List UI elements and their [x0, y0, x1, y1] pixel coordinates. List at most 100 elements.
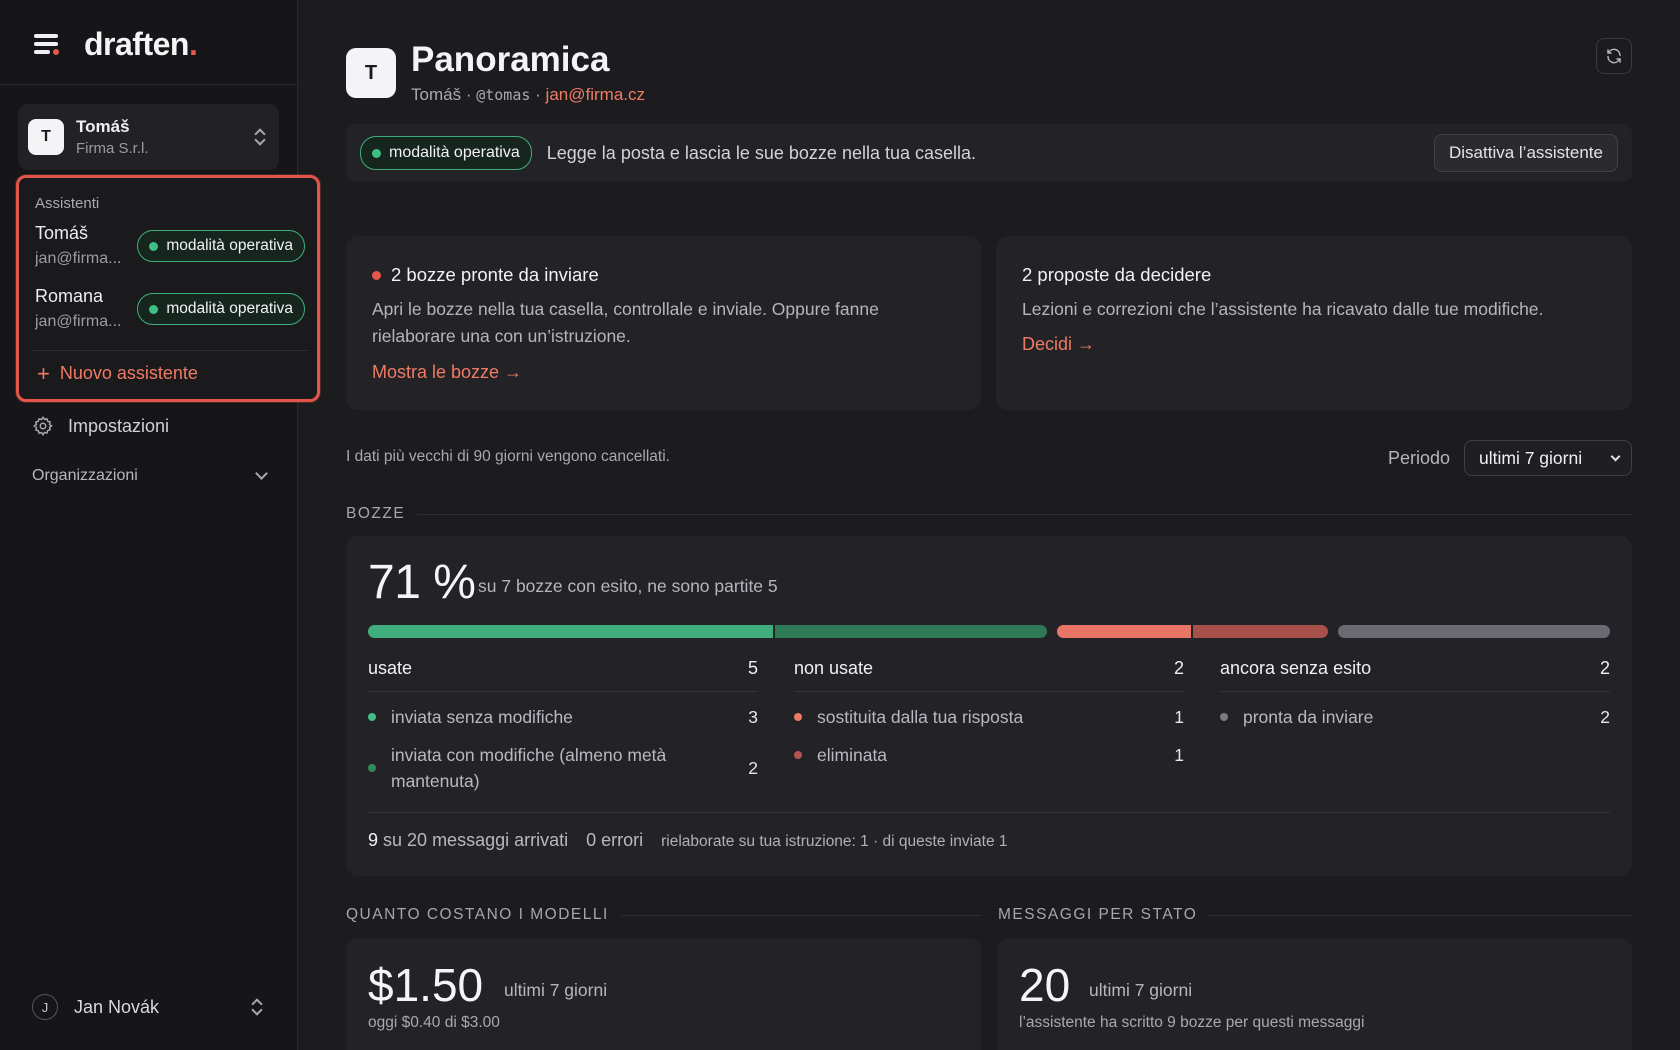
period-label: Periodo	[1387, 447, 1450, 468]
refresh-icon	[1607, 48, 1621, 64]
status-dot-icon	[1220, 713, 1228, 721]
assistants-heading: Assistenti	[35, 195, 100, 212]
sidebar-item-label: Impostazioni	[68, 415, 170, 436]
show-drafts-link[interactable]: Mostra le bozze →	[372, 362, 522, 383]
account-avatar: T	[28, 119, 64, 155]
assistant-item-tomas[interactable]: Tomáš jan@firma... modalità operativa	[35, 223, 305, 275]
sent-summary: su 7 bozze con esito, ne sono partite 5	[478, 576, 778, 596]
bar-segment-0	[368, 625, 774, 638]
card-title: 2 proposte da decidere	[1022, 264, 1212, 285]
status-dot-icon	[149, 304, 159, 314]
mode-bar: modalità operativa Legge la posta e lasc…	[346, 124, 1632, 182]
messages-card: 20 ultimi 7 giorni l’assistente ha scrit…	[997, 938, 1632, 1050]
outcome-column: ancora senza esito 2 pronta da inviare 2	[1220, 658, 1610, 730]
sent-percentage: 71 %	[368, 556, 476, 609]
sidebar-item-organizations[interactable]: Organizzazioni	[32, 467, 268, 485]
mode-description: Legge la posta e lascia le sue bozze nel…	[546, 142, 977, 163]
messages-section-heading: MESSAGGI PER STATO	[998, 906, 1632, 924]
divider	[368, 812, 1610, 813]
brand: draften.	[32, 24, 198, 64]
card-description: Lezioni e correzioni che l’assistente ha…	[1022, 299, 1544, 319]
errors-count: 0 errori	[586, 830, 644, 850]
account-switcher[interactable]: T Tomáš Firma S.r.l.	[18, 104, 279, 170]
column-header: non usate 2	[794, 658, 1184, 692]
messages-count: 20	[1019, 959, 1071, 1011]
messages-period: ultimi 7 giorni	[1089, 980, 1193, 1000]
outcome-row: eliminata 1	[794, 742, 1184, 768]
chevron-down-icon	[255, 467, 268, 480]
chevron-down-icon	[1610, 451, 1621, 461]
cost-period: ultimi 7 giorni	[504, 980, 608, 1000]
gear-icon	[33, 416, 53, 437]
status-dot-icon	[149, 241, 159, 251]
outcome-row: inviata senza modifiche 3	[368, 704, 758, 730]
column-header: ancora senza esito 2	[1220, 658, 1610, 692]
outcome-column: usate 5 inviata senza modifiche 3 inviata co…	[368, 658, 758, 794]
menu-icon[interactable]	[32, 32, 62, 56]
sidebar-divider	[0, 84, 297, 85]
period-select[interactable]: ultimi 7 giorni	[1464, 440, 1632, 476]
email-link[interactable]: jan@firma.cz	[546, 85, 645, 104]
card-description: Apri le bozze nella tua casella, control…	[372, 299, 879, 346]
status-badge: modalità operativa	[137, 230, 305, 262]
main-content: T Panoramica Tomáš · @tomas · jan@firma.…	[298, 0, 1680, 1050]
chevron-updown-icon	[248, 996, 266, 1018]
status-dot-icon	[372, 148, 381, 158]
card-title: 2 bozze pronte da inviare	[372, 264, 599, 286]
page-subtitle: Tomáš · @tomas · jan@firma.cz	[411, 85, 645, 104]
cost-amount: $1.50	[368, 959, 484, 1011]
decide-link[interactable]: Decidi →	[1022, 334, 1095, 355]
bar-segment-3	[1192, 625, 1329, 638]
menu-divider	[31, 350, 307, 351]
costs-card: $1.50 ultimi 7 giorni oggi $0.40 di $3.0…	[346, 938, 981, 1050]
status-badge: modalità operativa	[137, 293, 305, 325]
period-filter: Periodo ultimi 7 giorni	[1388, 440, 1632, 476]
new-assistant-button[interactable]: + Nuovo assistente	[37, 360, 198, 386]
column-header: usate 5	[368, 658, 758, 692]
assistant-item-romana[interactable]: Romana jan@firma... modalità operativa	[35, 286, 305, 338]
drafts-ready-card: 2 bozze pronte da inviare Apri le bozze …	[346, 236, 981, 410]
assistant-email: jan@firma...	[35, 313, 122, 330]
outcome-row: sostituita dalla tua risposta 1	[794, 704, 1184, 730]
proposals-card: 2 proposte da decidere Lezioni e correzi…	[996, 236, 1632, 410]
handle: @tomas	[476, 86, 531, 104]
messages-note: l’assistente ha scritto 9 bozze per ques…	[1019, 1014, 1365, 1031]
status-dot-icon	[794, 713, 802, 721]
user-menu[interactable]: J Jan Novák	[32, 994, 266, 1020]
drafts-footer: 9 su 20 messaggi arrivati 0 errori riela…	[368, 830, 1008, 850]
outcome-row: pronta da inviare 2	[1220, 704, 1610, 730]
assistant-name: Romana	[35, 286, 104, 306]
chevron-updown-icon	[251, 126, 269, 148]
assistants-menu: Assistenti Tomáš jan@firma... modalità o…	[16, 175, 320, 402]
status-dot-icon	[794, 751, 802, 759]
assistant-email: jan@firma...	[35, 250, 122, 267]
account-org: Firma S.r.l.	[76, 140, 149, 157]
bar-segment-4	[1338, 625, 1610, 638]
plus-icon: +	[37, 360, 50, 386]
reworked-count: rielaborate su tua istruzione: 1 · di qu…	[661, 833, 1008, 850]
sidebar-item-label: Organizzazioni	[32, 467, 138, 484]
bar-segment-1	[775, 625, 1047, 638]
drafts-section-heading: BOZZE	[346, 505, 1632, 523]
costs-section-heading: QUANTO COSTANO I MODELLI	[346, 906, 981, 924]
cost-note: oggi $0.40 di $3.00	[368, 1014, 500, 1031]
bar-segment-2	[1056, 625, 1191, 638]
status-dot-icon	[368, 764, 376, 772]
status-dot-icon	[368, 713, 376, 721]
outcome-row: inviata con modifiche (almeno metà mante…	[368, 742, 758, 794]
sidebar-item-settings[interactable]: Impostazioni	[32, 415, 169, 437]
refresh-button[interactable]	[1596, 38, 1632, 74]
status-badge: modalità operativa	[360, 136, 532, 170]
retention-note: I dati più vecchi di 90 giorni vengono c…	[346, 448, 670, 465]
account-name: Tomáš	[76, 117, 130, 136]
page-title: Panoramica	[411, 40, 610, 79]
outcome-column: non usate 2 sostituita dalla tua risposta 1…	[794, 658, 1184, 768]
avatar: J	[32, 994, 58, 1020]
assistant-name: Tomáš	[35, 223, 89, 243]
assistant-avatar: T	[346, 48, 396, 98]
sidebar: draften. T Tomáš Firma S.r.l. Assistenti…	[0, 0, 320, 1050]
alert-dot-icon	[372, 270, 381, 280]
logo[interactable]: draften.	[84, 26, 198, 63]
deactivate-assistant-button[interactable]: Disattiva l’assistente	[1433, 134, 1618, 172]
user-name: Jan Novák	[74, 996, 160, 1017]
